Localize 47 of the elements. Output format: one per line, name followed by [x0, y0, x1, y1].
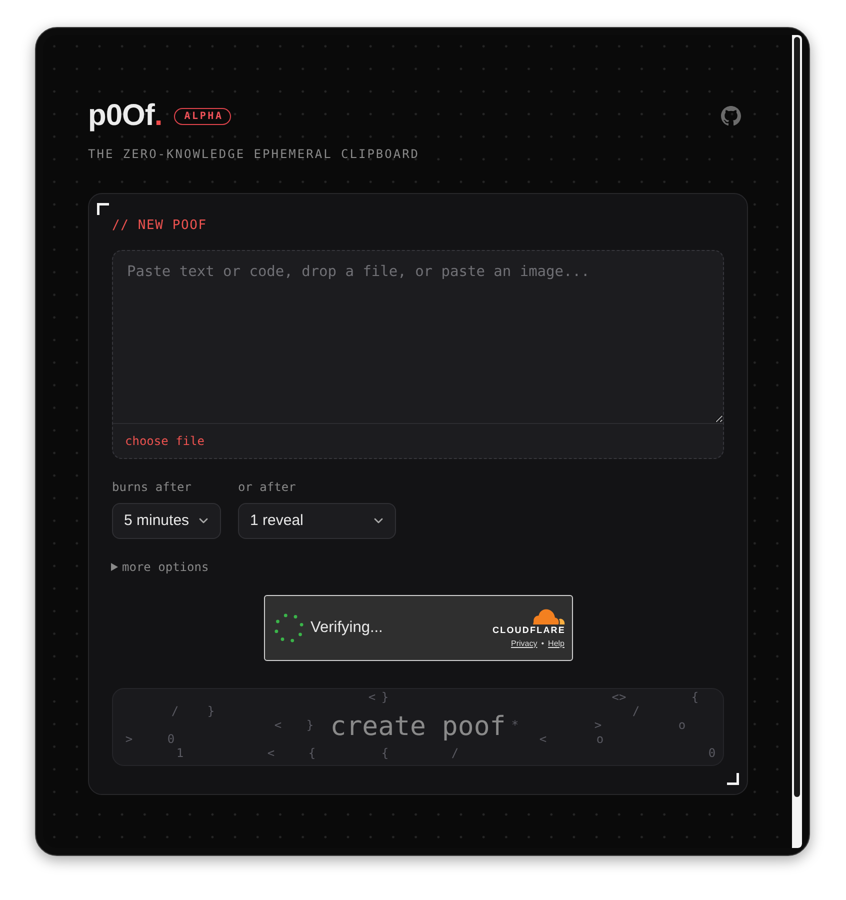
section-heading: // NEW POOF: [112, 217, 208, 235]
code-glyph: }: [207, 705, 215, 717]
code-glyph: {: [381, 747, 389, 759]
code-glyph: *: [511, 719, 519, 731]
help-link[interactable]: Help: [548, 638, 564, 650]
privacy-link[interactable]: Privacy: [511, 638, 538, 650]
code-glyph: /: [451, 747, 459, 759]
code-glyph: 0: [167, 733, 175, 745]
code-glyph: >: [125, 733, 133, 745]
code-glyph: <: [267, 747, 275, 759]
tagline: THE ZERO-KNOWLEDGE EPHEMERAL CLIPBOARD: [88, 146, 421, 163]
provider-wordmark: CLOUDFLARE: [492, 624, 566, 636]
code-glyph: >: [594, 719, 602, 731]
code-glyph: <: [274, 719, 282, 731]
expiry-time-dropdown[interactable]: 5 minutes: [112, 503, 221, 539]
more-options-toggle[interactable]: more options: [111, 558, 209, 576]
expiry-reveals-dropdown[interactable]: 1 reveal: [238, 503, 396, 539]
code-glyph: 1: [176, 747, 184, 759]
choose-file-link[interactable]: choose file: [125, 432, 204, 450]
code-glyph: <: [539, 733, 547, 745]
link-separator: •: [541, 638, 544, 650]
code-glyph: 0: [708, 747, 716, 759]
github-icon[interactable]: [721, 106, 741, 126]
cloud-logo-icon: [530, 606, 564, 624]
scrollbar-thumb[interactable]: [794, 37, 800, 797]
code-glyph: o: [596, 733, 604, 745]
corner-bracket-icon: [727, 773, 739, 785]
code-glyph: }: [381, 691, 389, 703]
logo-wordmark: p0Of.: [88, 98, 162, 134]
corner-bracket-icon: [97, 203, 109, 215]
alpha-badge: ALPHA: [174, 108, 232, 124]
code-glyph: /: [632, 705, 640, 717]
code-glyph: {: [308, 747, 316, 759]
code-glyph: /: [171, 705, 179, 717]
paste-text-field[interactable]: Paste text or code, drop a file, or paste an image...: [113, 251, 723, 423]
code-glyph: <>: [612, 691, 626, 703]
code-glyph: o: [678, 719, 686, 731]
field-label: or after: [238, 479, 297, 496]
chevron-down-icon: [374, 518, 383, 524]
field-label: burns after: [112, 479, 192, 496]
code-glyph: }: [306, 719, 314, 731]
paste-drop-zone[interactable]: Paste text or code, drop a file, or paste an image... choose file: [112, 250, 724, 459]
spinner-icon: [272, 612, 304, 644]
code-glyph: <: [368, 691, 376, 703]
verification-status: Verifying...: [310, 618, 383, 638]
code-glyph: {: [691, 691, 699, 703]
chevron-down-icon: [199, 518, 208, 524]
